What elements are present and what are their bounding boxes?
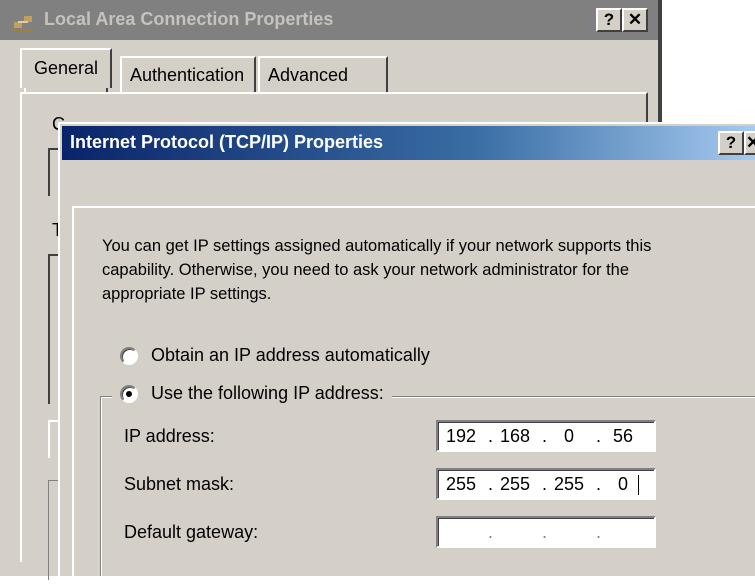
mask-octet-4: 0 bbox=[617, 474, 628, 494]
lac-title: Local Area Connection Properties bbox=[44, 9, 334, 29]
gw-dot: . bbox=[488, 522, 494, 542]
radio-obtain-automatically[interactable]: Obtain an IP address automatically bbox=[120, 345, 430, 366]
subnet-mask-input[interactable]: 255 . 255 . 255 . 0 bbox=[436, 468, 656, 500]
gw-dot: . bbox=[596, 522, 602, 542]
ip-octet-2: 168 bbox=[499, 426, 531, 446]
lac-tab-advanced[interactable]: Advanced bbox=[258, 56, 388, 92]
lac-tab-authentication[interactable]: Authentication bbox=[120, 56, 256, 92]
ip-octet-4: 56 bbox=[612, 426, 634, 446]
radio-auto-indicator[interactable] bbox=[120, 346, 138, 365]
tcpip-help-button[interactable]: ? bbox=[718, 131, 744, 155]
lac-titlebar: Local Area Connection Properties ? ✕ bbox=[0, 0, 660, 40]
ip-dot: . bbox=[542, 426, 548, 446]
network-connection-icon bbox=[12, 16, 34, 31]
ip-dot: . bbox=[488, 426, 494, 446]
mask-octet-2: 255 bbox=[499, 474, 531, 494]
mask-dot: . bbox=[488, 474, 494, 494]
lac-close-button[interactable]: ✕ bbox=[622, 8, 648, 32]
mask-octet-3: 255 bbox=[553, 474, 585, 494]
radio-use-following[interactable]: Use the following IP address: bbox=[112, 383, 392, 404]
tcpip-title: Internet Protocol (TCP/IP) Properties bbox=[70, 132, 384, 152]
radio-manual-label: Use the following IP address: bbox=[151, 383, 384, 403]
default-gateway-input[interactable]: . . . bbox=[436, 516, 656, 548]
mask-dot: . bbox=[596, 474, 602, 494]
tcpip-close-button[interactable]: ✕ bbox=[744, 131, 755, 155]
ip-address-input[interactable]: 192 . 168 . 0 . 56 bbox=[436, 420, 656, 452]
gw-dot: . bbox=[542, 522, 548, 542]
ip-dot: . bbox=[596, 426, 602, 446]
text-caret bbox=[638, 475, 639, 495]
tcpip-description: You can get IP settings assigned automat… bbox=[102, 237, 652, 303]
ip-octet-3: 0 bbox=[563, 426, 574, 446]
tcpip-titlebar: Internet Protocol (TCP/IP) Properties ? … bbox=[62, 126, 755, 160]
ip-octet-1: 192 bbox=[445, 426, 477, 446]
radio-auto-label: Obtain an IP address automatically bbox=[151, 345, 430, 365]
subnet-mask-label: Subnet mask: bbox=[124, 474, 235, 494]
mask-dot: . bbox=[542, 474, 548, 494]
lac-help-button[interactable]: ? bbox=[596, 8, 622, 32]
default-gateway-label: Default gateway: bbox=[124, 522, 259, 542]
mask-octet-1: 255 bbox=[445, 474, 477, 494]
tcpip-tab-general[interactable]: General bbox=[20, 48, 112, 88]
ip-address-label: IP address: bbox=[124, 426, 215, 446]
radio-manual-indicator[interactable] bbox=[120, 384, 138, 403]
